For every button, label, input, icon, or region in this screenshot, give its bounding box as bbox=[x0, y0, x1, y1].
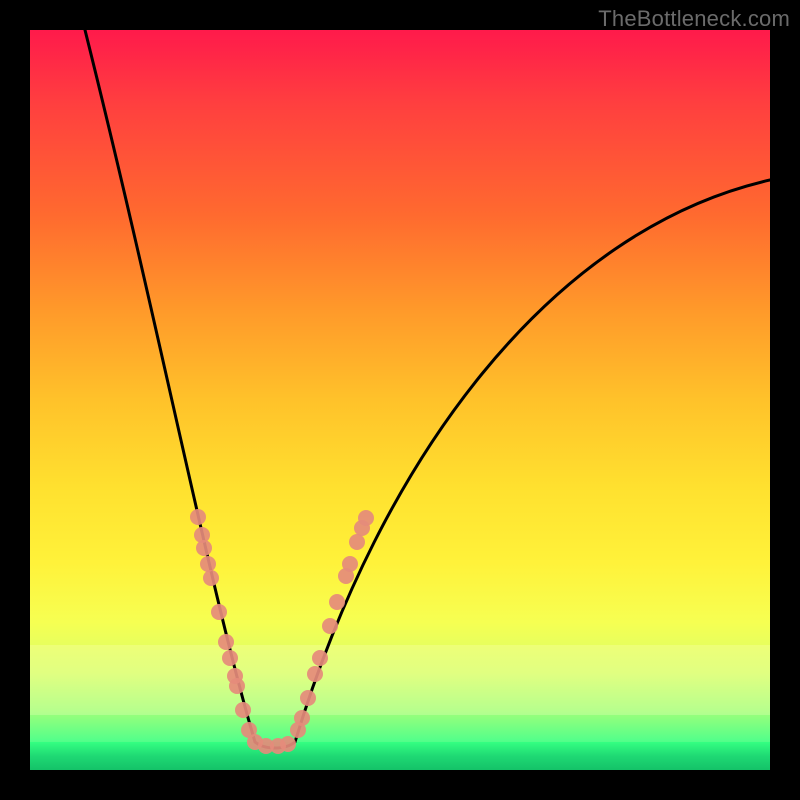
markers-left-point bbox=[218, 634, 234, 650]
markers-right-point bbox=[312, 650, 328, 666]
curve-svg bbox=[30, 30, 770, 770]
markers-bottom-point bbox=[280, 736, 296, 752]
watermark-text: TheBottleneck.com bbox=[598, 6, 790, 32]
markers-left-point bbox=[222, 650, 238, 666]
markers-right-point bbox=[349, 534, 365, 550]
markers-right-point bbox=[358, 510, 374, 526]
markers-left-point bbox=[229, 678, 245, 694]
chart-frame: TheBottleneck.com bbox=[0, 0, 800, 800]
markers-right-point bbox=[300, 690, 316, 706]
markers-left-point bbox=[203, 570, 219, 586]
bottleneck-curve bbox=[85, 30, 770, 748]
markers-right-point bbox=[329, 594, 345, 610]
markers-left-point bbox=[196, 540, 212, 556]
plot-area bbox=[30, 30, 770, 770]
markers-left-point bbox=[235, 702, 251, 718]
markers-right-point bbox=[322, 618, 338, 634]
markers-right-point bbox=[307, 666, 323, 682]
markers-right-point bbox=[294, 710, 310, 726]
markers-right-point bbox=[342, 556, 358, 572]
markers-left-point bbox=[200, 556, 216, 572]
markers-left-point bbox=[211, 604, 227, 620]
markers-left-point bbox=[190, 509, 206, 525]
